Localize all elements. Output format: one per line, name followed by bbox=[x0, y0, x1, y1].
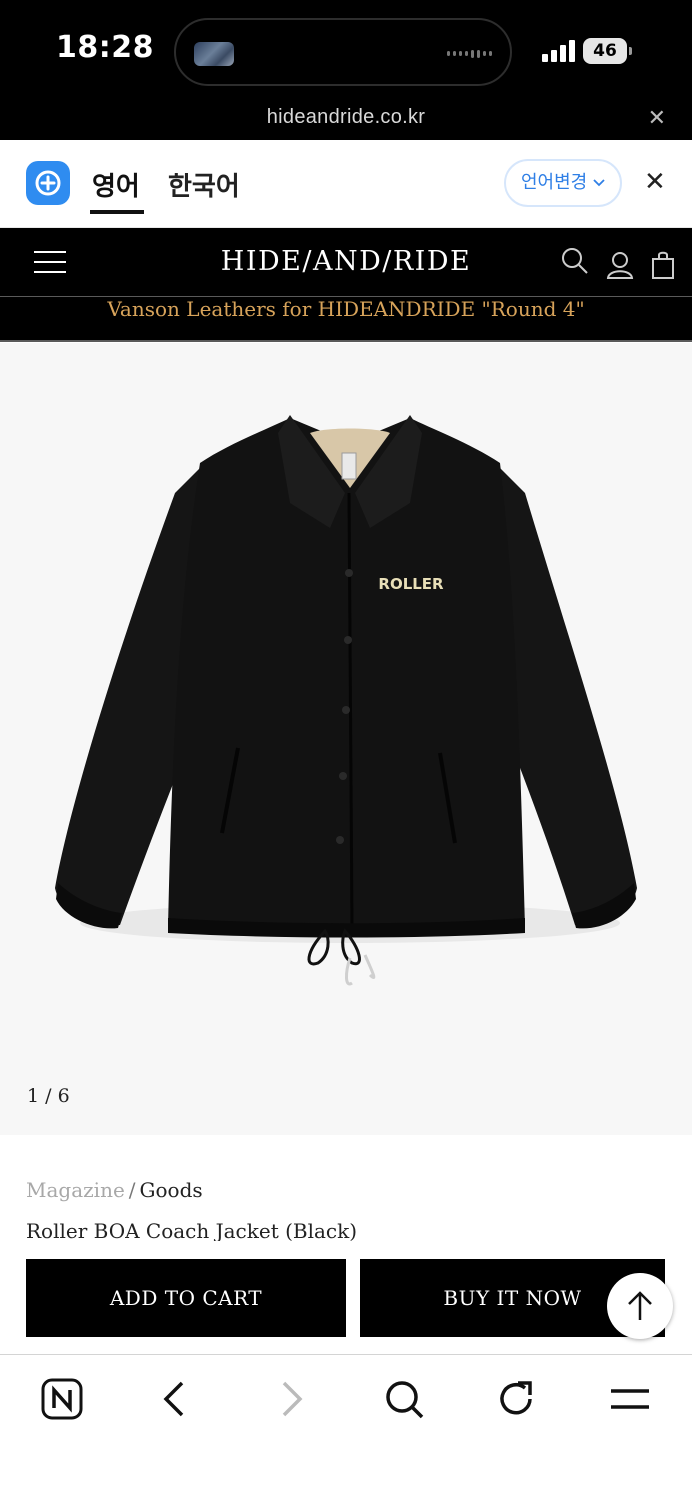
battery-indicator: 46 bbox=[583, 38, 632, 64]
refresh-icon[interactable] bbox=[494, 1377, 538, 1421]
status-bar: 18:28 46 bbox=[0, 0, 692, 100]
announcement-text[interactable]: Vanson Leathers for HIDEANDRIDE "Round 4… bbox=[0, 297, 692, 321]
back-icon[interactable] bbox=[154, 1377, 198, 1421]
audio-wave-icon bbox=[447, 50, 492, 58]
scroll-to-top-button[interactable] bbox=[607, 1273, 673, 1339]
purchase-actions: ADD TO CART BUY IT NOW bbox=[0, 1242, 692, 1354]
forward-icon[interactable] bbox=[268, 1377, 312, 1421]
dynamic-island[interactable] bbox=[174, 18, 512, 86]
menu-icon-toolbar[interactable] bbox=[608, 1377, 652, 1421]
arrow-up-icon bbox=[628, 1291, 652, 1320]
cellular-signal-icon bbox=[542, 40, 576, 62]
breadcrumb-current[interactable]: Goods bbox=[140, 1178, 203, 1202]
tab-english[interactable]: 영어 bbox=[90, 166, 144, 214]
translate-logo-icon[interactable] bbox=[26, 161, 70, 205]
close-url-icon[interactable]: ✕ bbox=[648, 106, 666, 131]
chevron-down-icon bbox=[593, 172, 605, 193]
change-language-button[interactable]: 언어변경 bbox=[504, 159, 622, 207]
announcement-bar[interactable]: Vanson Leathers for HIDEANDRIDE "Round 4… bbox=[0, 296, 692, 342]
search-icon-toolbar[interactable] bbox=[382, 1377, 426, 1421]
account-icon[interactable] bbox=[605, 250, 635, 280]
product-name: Roller BOA Coach Jacket (Black) bbox=[26, 1219, 358, 1241]
url-text[interactable]: hideandride.co.kr bbox=[0, 106, 692, 129]
translate-bar: 영어 한국어 언어변경 ✕ bbox=[0, 140, 692, 228]
naver-home-icon[interactable] bbox=[40, 1377, 84, 1421]
page: 18:28 46 hideandride.co.kr ✕ 영어 한국어 언어변경 bbox=[0, 0, 692, 1500]
site-header: HIDE/AND/RIDE bbox=[0, 228, 692, 296]
image-counter: 1 / 6 bbox=[27, 1085, 70, 1107]
tab-korean[interactable]: 한국어 bbox=[168, 166, 240, 203]
search-icon[interactable] bbox=[560, 246, 590, 276]
shopping-bag-icon[interactable] bbox=[650, 250, 676, 280]
breadcrumb-parent[interactable]: Magazine bbox=[26, 1178, 125, 1202]
browser-toolbar bbox=[0, 1354, 692, 1500]
jacket-print-text: ROLLER bbox=[378, 575, 444, 593]
breadcrumb: Magazine / Goods bbox=[26, 1178, 203, 1202]
add-to-cart-button[interactable]: ADD TO CART bbox=[26, 1259, 346, 1337]
now-playing-thumbnail bbox=[194, 42, 234, 66]
breadcrumb-separator: / bbox=[128, 1178, 136, 1202]
close-translate-icon[interactable]: ✕ bbox=[644, 167, 666, 197]
product-image[interactable]: ROLLER bbox=[0, 343, 692, 1135]
status-time: 18:28 bbox=[56, 30, 154, 65]
change-language-label: 언어변경 bbox=[521, 172, 588, 193]
product-gallery[interactable]: ROLLER 1 / 6 bbox=[0, 343, 692, 1135]
url-bar[interactable]: hideandride.co.kr ✕ bbox=[0, 100, 692, 140]
